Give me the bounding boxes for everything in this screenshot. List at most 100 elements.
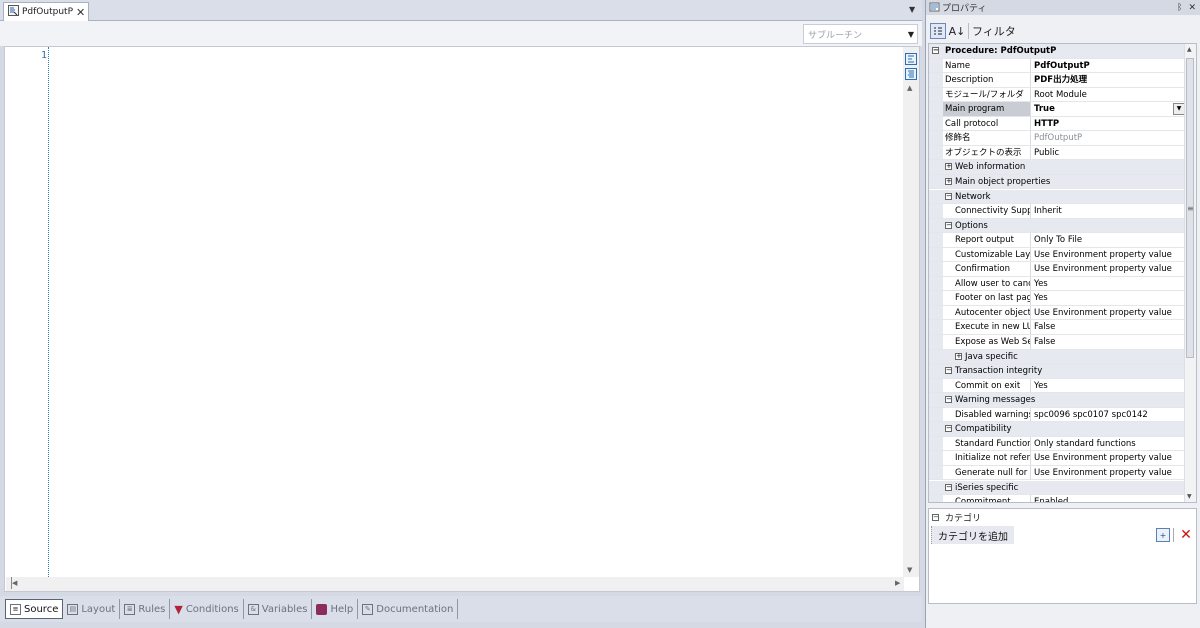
close-icon[interactable]: ✕: [76, 6, 85, 19]
property-category-row[interactable]: − iSeries specific: [929, 480, 1185, 495]
new-category-icon[interactable]: +: [1156, 528, 1170, 542]
tab-layout[interactable]: ▤ Layout: [63, 599, 121, 619]
property-value[interactable]: Use Environment property value: [1031, 451, 1185, 465]
filter-button[interactable]: フィルタ: [968, 23, 1016, 39]
property-row[interactable]: Autocenter objects irUse Environment pro…: [929, 305, 1185, 321]
expand-icon[interactable]: +: [945, 163, 952, 171]
expand-icon[interactable]: +: [955, 352, 962, 360]
property-row[interactable]: Expose as Web ServiFalse: [929, 335, 1185, 350]
close-icon[interactable]: ✕: [1188, 3, 1196, 13]
tab-source[interactable]: ≡ Source: [5, 599, 64, 619]
delete-icon[interactable]: ✕: [1178, 527, 1194, 543]
property-row[interactable]: Call protocol HTTP: [929, 116, 1185, 132]
property-value[interactable]: False: [1031, 320, 1185, 334]
property-value[interactable]: Public: [1031, 146, 1185, 160]
outline-toggle-icon[interactable]: [905, 53, 917, 65]
property-value[interactable]: Use Environment property value: [1031, 248, 1185, 262]
property-value[interactable]: Use Environment property value: [1031, 306, 1185, 320]
property-name: Main program: [943, 102, 1031, 116]
property-row[interactable]: Execute in new LUWFalse: [929, 320, 1185, 335]
property-value[interactable]: Inherit: [1031, 204, 1185, 218]
property-category-row[interactable]: − Network: [929, 189, 1185, 204]
scroll-right-icon[interactable]: ▶: [895, 579, 900, 587]
property-value[interactable]: PDF出力処理: [1031, 73, 1185, 87]
property-category-row[interactable]: − Compatibility: [929, 422, 1185, 437]
categories-header[interactable]: − カテゴリ: [932, 511, 981, 524]
document-tab-pdfoutputp[interactable]: PdfOutputP ✕: [3, 2, 89, 21]
scroll-down-icon[interactable]: ▼: [907, 566, 912, 574]
tab-variables[interactable]: & Variables: [244, 599, 313, 619]
collapse-icon[interactable]: −: [932, 47, 939, 54]
property-row[interactable]: Footer on last page Yes: [929, 291, 1185, 306]
property-value[interactable]: Yes: [1031, 291, 1185, 305]
tab-rules[interactable]: ≣ Rules: [120, 599, 171, 619]
property-category-row[interactable]: − Warning messages: [929, 393, 1185, 408]
properties-icon: [929, 1, 940, 15]
pin-icon[interactable]: ᛒ: [1177, 3, 1182, 13]
property-value[interactable]: Only To File: [1031, 233, 1185, 247]
collapse-icon[interactable]: −: [945, 483, 952, 491]
property-value[interactable]: Enabled: [1031, 495, 1185, 502]
tab-conditions[interactable]: ▼ Conditions: [170, 599, 244, 619]
property-value[interactable]: PdfOutputP: [1031, 131, 1185, 145]
property-value[interactable]: Only standard functions: [1031, 437, 1185, 451]
property-category-row[interactable]: − Options: [929, 218, 1185, 234]
property-value[interactable]: Root Module: [1031, 88, 1185, 102]
collapse-icon[interactable]: −: [945, 396, 952, 404]
property-value[interactable]: False: [1031, 335, 1185, 349]
property-value[interactable]: Yes: [1031, 379, 1185, 393]
property-value[interactable]: Use Environment property value: [1031, 466, 1185, 480]
property-row[interactable]: Description PDF出力処理: [929, 73, 1185, 88]
collapse-icon[interactable]: −: [932, 514, 939, 521]
property-row[interactable]: Commitment Enabled: [929, 495, 1185, 502]
category-name: − Compatibility: [943, 422, 1185, 436]
vertical-scrollbar[interactable]: [903, 47, 919, 577]
tab-documentation[interactable]: ✎ Documentation: [358, 599, 459, 619]
property-row[interactable]: オブジェクトの表示 Public: [929, 145, 1185, 161]
property-value[interactable]: Yes: [1031, 277, 1185, 291]
property-category-row[interactable]: + Java specific: [929, 349, 1185, 365]
expand-icon[interactable]: +: [945, 177, 952, 185]
property-row[interactable]: 修飾名 PdfOutputP: [929, 131, 1185, 146]
scroll-down-icon[interactable]: ▼: [1187, 493, 1192, 500]
tabs-dropdown-icon[interactable]: ▼: [909, 5, 915, 14]
categorized-view-icon[interactable]: [930, 23, 946, 39]
collapse-icon[interactable]: −: [945, 192, 952, 200]
property-row[interactable]: Main program True ▼: [929, 102, 1185, 117]
property-row[interactable]: モジュール/フォルダ Root Module: [929, 87, 1185, 103]
property-category-row[interactable]: + Web information: [929, 160, 1185, 175]
property-row[interactable]: Name PdfOutputP: [929, 58, 1185, 74]
property-row[interactable]: Report output Only To File: [929, 233, 1185, 248]
property-category-row[interactable]: − Transaction integrity: [929, 364, 1185, 379]
object-header-row[interactable]: − Procedure: PdfOutputP: [929, 44, 1185, 59]
property-row[interactable]: Disabled warnings spc0096 spc0107 spc0142: [929, 407, 1185, 423]
property-row[interactable]: Customizable LayoutUse Environment prope…: [929, 247, 1185, 263]
property-row[interactable]: Connectivity SupportInherit: [929, 204, 1185, 219]
scroll-left-icon[interactable]: ◀: [12, 579, 17, 587]
tab-help[interactable]: Help: [312, 599, 359, 619]
property-row[interactable]: Confirmation Use Environment property val…: [929, 262, 1185, 277]
split-view-icon[interactable]: [905, 68, 917, 80]
collapse-icon[interactable]: −: [945, 425, 952, 433]
row-margin: [929, 102, 943, 116]
collapse-icon[interactable]: −: [945, 367, 952, 375]
add-category-button[interactable]: カテゴリを追加: [931, 526, 1014, 544]
sort-alphabetical-icon[interactable]: A↓: [949, 23, 966, 39]
property-row[interactable]: Standard Functions Only standard function…: [929, 436, 1185, 452]
source-editor[interactable]: [4, 46, 920, 592]
property-category-row[interactable]: + Main object properties: [929, 174, 1185, 190]
property-row[interactable]: Allow user to cancel pYes: [929, 276, 1185, 292]
horizontal-scrollbar[interactable]: [6, 577, 904, 591]
property-row[interactable]: Initialize not referencUse Environment p…: [929, 451, 1185, 466]
property-value[interactable]: Use Environment property value: [1031, 262, 1185, 276]
property-value[interactable]: PdfOutputP: [1031, 59, 1185, 73]
scroll-up-icon[interactable]: ▲: [907, 84, 912, 92]
property-value[interactable]: True: [1031, 102, 1185, 116]
property-row[interactable]: Generate null for nullsUse Environment p…: [929, 465, 1185, 481]
property-value[interactable]: HTTP: [1031, 117, 1185, 131]
collapse-icon[interactable]: −: [945, 221, 952, 229]
property-row[interactable]: Commit on exit Yes: [929, 378, 1185, 394]
scroll-up-icon[interactable]: ▲: [1187, 46, 1192, 53]
property-value[interactable]: spc0096 spc0107 spc0142: [1031, 408, 1185, 422]
subroutine-select[interactable]: サブルーチン ▼: [803, 24, 918, 44]
